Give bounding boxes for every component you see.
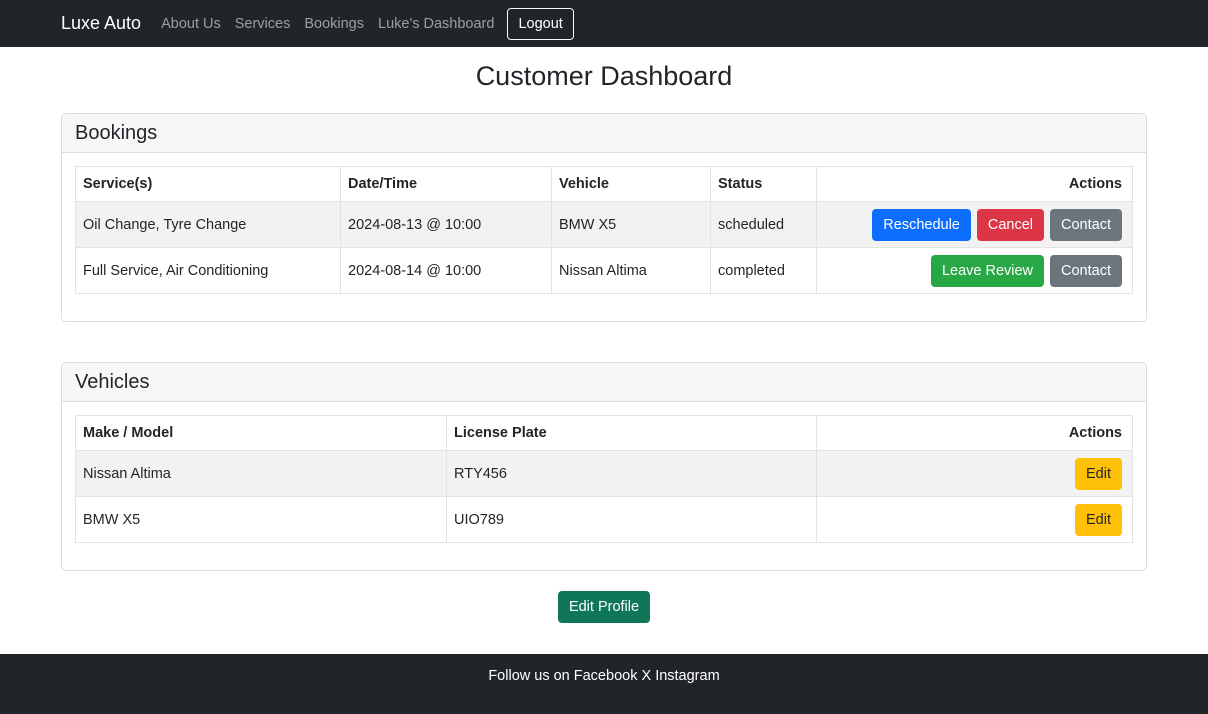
column-header-services: Service(s) (75, 166, 341, 202)
booking-status: completed (710, 247, 817, 294)
footer-prefix: Follow us on (488, 668, 570, 684)
column-header-actions: Actions (816, 415, 1133, 451)
navbar: Luxe Auto About Us Services Bookings Luk… (0, 0, 1208, 47)
bookings-card-header: Bookings (62, 114, 1146, 153)
booking-services: Oil Change, Tyre Change (75, 201, 341, 248)
column-header-actions: Actions (816, 166, 1133, 202)
logout-button[interactable]: Logout (507, 7, 574, 40)
vehicle-model: Nissan Altima (75, 450, 447, 497)
table-row: BMW X5 UIO789 Edit (75, 496, 1133, 543)
table-row: Oil Change, Tyre Change 2024-08-13 @ 10:… (75, 201, 1133, 248)
contact-button[interactable]: Contact (1050, 254, 1122, 287)
bookings-table: Service(s) Date/Time Vehicle Status Acti… (75, 166, 1133, 294)
vehicle-actions: Edit (816, 496, 1133, 543)
booking-actions: Reschedule Cancel Contact (816, 201, 1133, 248)
column-header-status: Status (710, 166, 817, 202)
column-header-license-plate: License Plate (446, 415, 817, 451)
profile-actions: Edit Profile (0, 591, 1208, 623)
contact-button[interactable]: Contact (1050, 208, 1122, 241)
edit-profile-button[interactable]: Edit Profile (557, 591, 651, 623)
footer-link-x[interactable]: X (641, 668, 651, 684)
booking-status: scheduled (710, 201, 817, 248)
vehicles-table: Make / Model License Plate Actions Nissa… (75, 415, 1133, 543)
column-header-make-model: Make / Model (75, 415, 447, 451)
vehicles-card-header: Vehicles (62, 363, 1146, 402)
reschedule-button[interactable]: Reschedule (872, 208, 971, 241)
column-header-vehicle: Vehicle (551, 166, 711, 202)
footer-link-instagram[interactable]: Instagram (655, 668, 719, 684)
brand-link[interactable]: Luxe Auto (61, 13, 141, 34)
booking-vehicle: BMW X5 (551, 201, 711, 248)
nav-link-bookings[interactable]: Bookings (304, 16, 364, 32)
nav-link-dashboard[interactable]: Luke's Dashboard (378, 16, 494, 32)
vehicle-plate: UIO789 (446, 496, 817, 543)
booking-datetime: 2024-08-14 @ 10:00 (340, 247, 552, 294)
nav-link-about-us[interactable]: About Us (161, 16, 221, 32)
booking-datetime: 2024-08-13 @ 10:00 (340, 201, 552, 248)
bookings-card: Bookings Service(s) Date/Time Vehicle St… (61, 113, 1147, 322)
vehicle-plate: RTY456 (446, 450, 817, 497)
table-row: Full Service, Air Conditioning 2024-08-1… (75, 247, 1133, 294)
table-row: Nissan Altima RTY456 Edit (75, 450, 1133, 497)
vehicles-header-row: Make / Model License Plate Actions (75, 415, 1133, 451)
cancel-button[interactable]: Cancel (976, 208, 1045, 241)
column-header-datetime: Date/Time (340, 166, 552, 202)
edit-vehicle-button[interactable]: Edit (1075, 457, 1122, 490)
booking-vehicle: Nissan Altima (551, 247, 711, 294)
booking-services: Full Service, Air Conditioning (75, 247, 341, 294)
page-title: Customer Dashboard (475, 61, 733, 91)
vehicles-card: Vehicles Make / Model License Plate Acti… (61, 362, 1147, 571)
footer-link-facebook[interactable]: Facebook (574, 668, 638, 684)
nav-link-services[interactable]: Services (235, 16, 291, 32)
footer: Follow us on Facebook X Instagram (0, 654, 1208, 714)
vehicle-model: BMW X5 (75, 496, 447, 543)
bookings-header-row: Service(s) Date/Time Vehicle Status Acti… (75, 166, 1133, 202)
leave-review-button[interactable]: Leave Review (930, 254, 1045, 287)
edit-vehicle-button[interactable]: Edit (1075, 503, 1122, 536)
vehicle-actions: Edit (816, 450, 1133, 497)
booking-actions: Leave Review Contact (816, 247, 1133, 294)
